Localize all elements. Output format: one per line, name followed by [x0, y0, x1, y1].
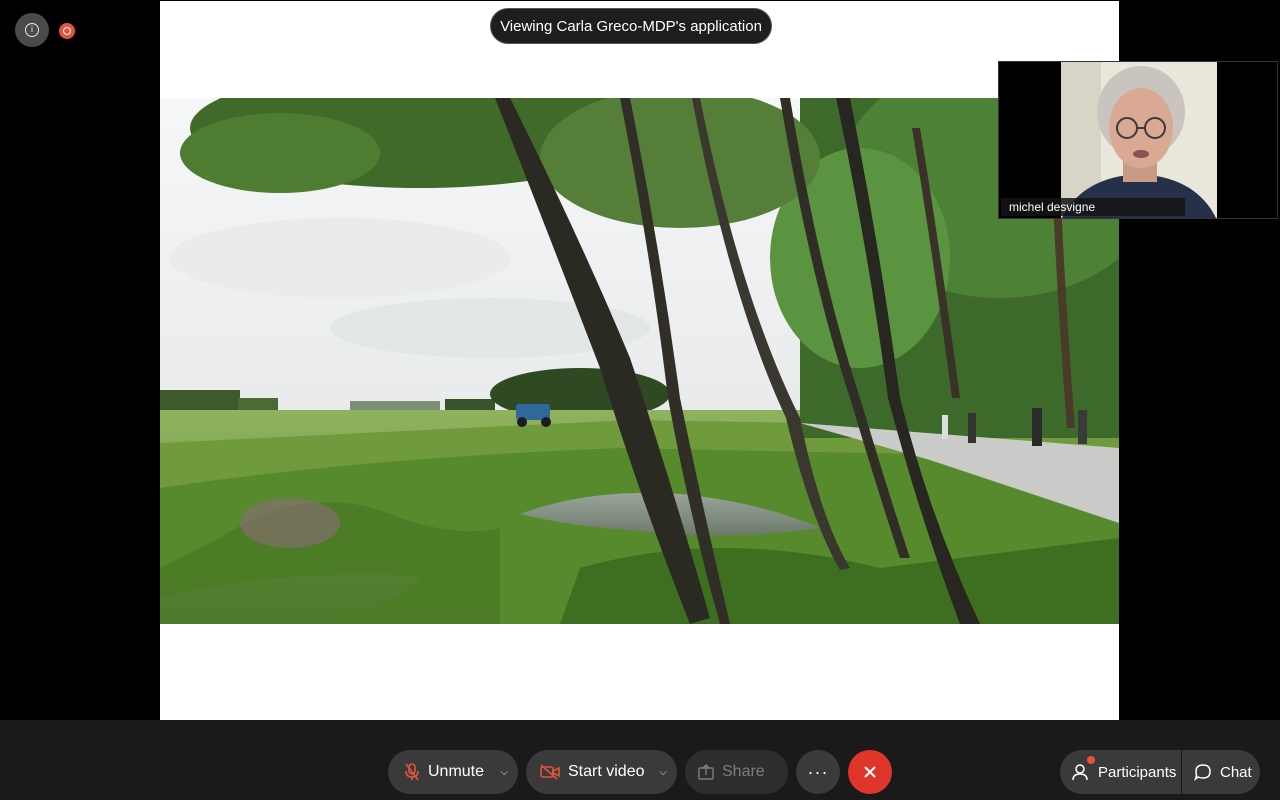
participants-icon: [1072, 763, 1090, 781]
participants-button[interactable]: Participants: [1060, 750, 1181, 794]
leave-button[interactable]: [848, 750, 892, 794]
share-button[interactable]: Share: [685, 750, 788, 794]
chat-icon: [1194, 763, 1212, 781]
chevron-down-icon[interactable]: ⌵: [500, 767, 518, 778]
more-icon: ···: [807, 761, 829, 782]
chevron-down-icon[interactable]: ⌵: [659, 767, 677, 778]
participant-name: michel desvigne: [1001, 198, 1186, 216]
unmute-label: Unmute: [428, 763, 485, 780]
participants-label: Participants: [1098, 763, 1177, 781]
viewing-banner: Viewing Carla Greco-MDP's application: [490, 8, 772, 44]
notification-badge: [1087, 756, 1095, 764]
mic-muted-icon: [404, 763, 420, 781]
landscape-image: [160, 98, 1119, 624]
info-button[interactable]: i: [15, 13, 49, 47]
start-video-button[interactable]: Start video ⌵: [526, 750, 677, 794]
participant-video[interactable]: michel desvigne: [998, 61, 1278, 219]
camera-off-icon: [540, 764, 560, 780]
info-icon: i: [25, 23, 39, 37]
more-button[interactable]: ···: [796, 750, 840, 794]
recording-icon[interactable]: [59, 23, 75, 39]
close-icon: [863, 765, 877, 779]
start-video-label: Start video: [568, 763, 645, 780]
participant-video-feed: [1061, 62, 1217, 218]
chat-label: Chat: [1220, 763, 1252, 781]
divider: [0, 720, 1280, 741]
chat-button[interactable]: Chat: [1182, 750, 1260, 794]
meeting-window: i Viewing Carla Greco-MDP's application: [0, 0, 1280, 800]
shared-screen: Viewing Carla Greco-MDP's application: [160, 1, 1119, 720]
share-label: Share: [722, 763, 765, 780]
meeting-toolbar: Unmute ⌵ Start video ⌵ Share ··· Partici…: [0, 741, 1280, 800]
share-icon: [698, 764, 714, 780]
unmute-button[interactable]: Unmute ⌵: [388, 750, 518, 794]
